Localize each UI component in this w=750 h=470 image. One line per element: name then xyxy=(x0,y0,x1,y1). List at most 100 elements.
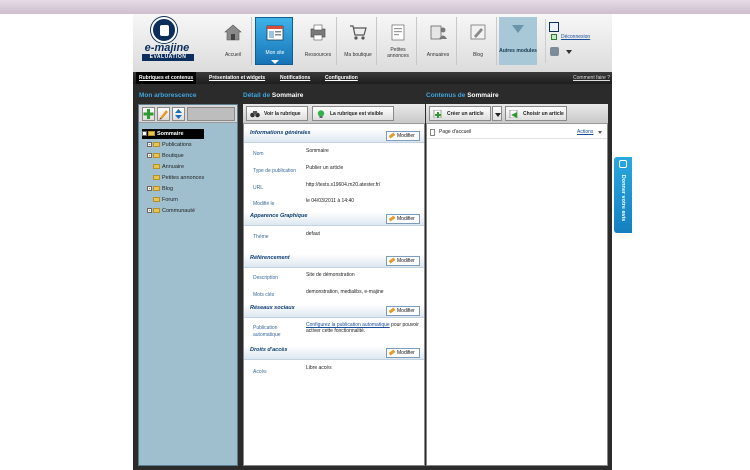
tree-item-publications[interactable]: + Publications xyxy=(147,140,192,150)
nav-tab-annuaires[interactable]: Annuaires xyxy=(419,17,457,65)
nav-tab-label: Accueil xyxy=(224,52,242,58)
nav-tab-blog[interactable]: Blog xyxy=(459,17,497,65)
list-item-label: Page d'accueil xyxy=(439,129,472,135)
nav-tab-autres-modules[interactable]: Autres modules xyxy=(499,17,537,65)
choose-article-button[interactable]: Choisir un article xyxy=(505,106,567,121)
tree-item-sommaire[interactable]: - Sommaire xyxy=(142,129,204,139)
create-article-button[interactable]: Créer un article xyxy=(429,106,491,121)
field-label: Type de publication xyxy=(253,168,297,174)
site-switcher-icon[interactable] xyxy=(550,47,559,56)
page-icon xyxy=(430,129,435,136)
title-name: Sommaire xyxy=(467,92,499,99)
logout-icon xyxy=(551,34,557,40)
center-panel-title: Détail de Sommaire xyxy=(243,91,303,101)
title-name: Sommaire xyxy=(271,92,304,99)
logo-edition: EVALUATION xyxy=(142,54,194,61)
expand-icon[interactable]: + xyxy=(147,208,152,214)
tree-item-forum[interactable]: Forum xyxy=(153,195,178,205)
modify-seo-button[interactable]: Modifier xyxy=(386,256,420,266)
create-article-dropdown[interactable] xyxy=(492,106,502,121)
tree-item-label: Forum xyxy=(162,197,178,203)
nav-tab-label: Autres modules xyxy=(499,48,537,54)
nav-tab-mon-site[interactable]: Mon site xyxy=(255,17,293,65)
actions-link[interactable]: Actions xyxy=(577,129,593,135)
up-down-arrows-icon xyxy=(175,109,182,119)
select-page-icon xyxy=(509,110,518,118)
folder-icon xyxy=(153,208,160,214)
house-icon xyxy=(224,24,242,41)
nav-tab-petites-annonces[interactable]: Petites annonces xyxy=(379,17,417,65)
field-label: Nom xyxy=(253,151,264,157)
feedback-label: Donner votre avis xyxy=(620,174,626,222)
subtab-presentation[interactable]: Présentation et widgets xyxy=(206,72,268,84)
chevron-down-icon xyxy=(512,25,524,33)
folder-icon xyxy=(153,197,160,203)
field-value: http://tests.s19604.m20.atester.fr/ xyxy=(306,182,381,188)
subtab-configuration[interactable]: Configuration xyxy=(322,72,361,84)
field-label: Modifié le xyxy=(253,201,275,207)
tree-item-annuaire[interactable]: Annuaire xyxy=(153,162,184,172)
add-node-button[interactable] xyxy=(142,107,155,121)
collapse-icon[interactable]: - xyxy=(142,131,147,137)
subtab-notifications[interactable]: Notifications xyxy=(277,72,313,84)
folder-icon xyxy=(153,142,160,148)
tree-item-boutique[interactable]: + Boutique xyxy=(147,151,184,161)
expand-icon[interactable]: + xyxy=(147,186,152,192)
button-label: Créer un article xyxy=(447,111,484,117)
field-label: URL xyxy=(253,185,264,191)
emajine-logo-icon[interactable] xyxy=(151,17,177,43)
ads-icon xyxy=(391,24,405,41)
folder-icon xyxy=(148,131,155,137)
tree-item-label: Petites annonces xyxy=(162,175,205,181)
tree-item-communaute[interactable]: + Communauté xyxy=(147,206,195,216)
modify-appearance-button[interactable]: Modifier xyxy=(386,214,420,224)
tree-item-petites-annonces[interactable]: Petites annonces xyxy=(153,173,204,183)
cart-icon xyxy=(350,25,367,40)
section-title: Informations générales xyxy=(250,130,311,136)
help-link[interactable]: Comment faire ? xyxy=(562,72,610,84)
left-panel-title: Mon arborescence xyxy=(139,92,197,99)
view-section-button[interactable]: Voir la rubrique xyxy=(246,106,308,121)
binoculars-icon xyxy=(250,111,260,118)
printer-icon xyxy=(310,24,326,41)
button-label: La rubrique est visible xyxy=(330,111,384,117)
expand-icon[interactable]: + xyxy=(147,142,152,148)
field-value: le 04/03/2011 à 14:40 xyxy=(306,198,355,204)
field-value: Libre accès xyxy=(306,365,332,371)
plus-icon xyxy=(143,109,154,119)
logo-brand: e-majine xyxy=(144,42,190,54)
logout-link[interactable]: Déconnexion xyxy=(561,33,607,41)
modify-general-button[interactable]: Modifier xyxy=(386,131,420,141)
title-prefix: Contenus de xyxy=(426,92,466,99)
chevron-down-icon[interactable] xyxy=(598,131,602,134)
tree-item-label: Boutique xyxy=(162,153,184,159)
expand-icon[interactable]: + xyxy=(147,153,152,159)
modify-social-button[interactable]: Modifier xyxy=(386,306,420,316)
nav-tab-ressources[interactable]: Ressources xyxy=(299,17,337,65)
field-label: Thème xyxy=(253,234,269,240)
disabled-tool-button xyxy=(187,107,235,121)
subtab-rubriques[interactable]: Rubriques et contenus xyxy=(136,72,197,84)
nav-tab-label: Ma boutique xyxy=(344,52,372,58)
edit-node-button[interactable] xyxy=(157,107,170,121)
nav-tab-accueil[interactable]: Accueil xyxy=(214,17,252,65)
nav-tab-label: Petites annonces xyxy=(387,47,409,59)
browser-top-bar xyxy=(0,0,750,14)
nav-tab-ma-boutique[interactable]: Ma boutique xyxy=(339,17,377,65)
site-icon xyxy=(266,25,284,41)
modify-rights-button[interactable]: Modifier xyxy=(386,348,420,358)
field-label: Publication automatique xyxy=(253,325,281,338)
avatar[interactable] xyxy=(549,22,559,32)
section-title: Droits d'accès xyxy=(250,347,288,353)
field-value: Sommaire xyxy=(306,148,329,154)
section-visible-button[interactable]: La rubrique est visible xyxy=(312,106,394,121)
chevron-down-icon[interactable] xyxy=(566,50,572,54)
active-caret-icon xyxy=(271,60,279,64)
title-prefix: Détail de xyxy=(243,92,271,99)
tree-item-blog[interactable]: + Blog xyxy=(147,184,173,194)
pencil-icon xyxy=(159,110,168,120)
move-node-button[interactable] xyxy=(172,107,185,121)
tree-item-label: Blog xyxy=(162,186,174,192)
tree-item-label: Communauté xyxy=(162,208,196,214)
folder-icon xyxy=(153,175,160,181)
